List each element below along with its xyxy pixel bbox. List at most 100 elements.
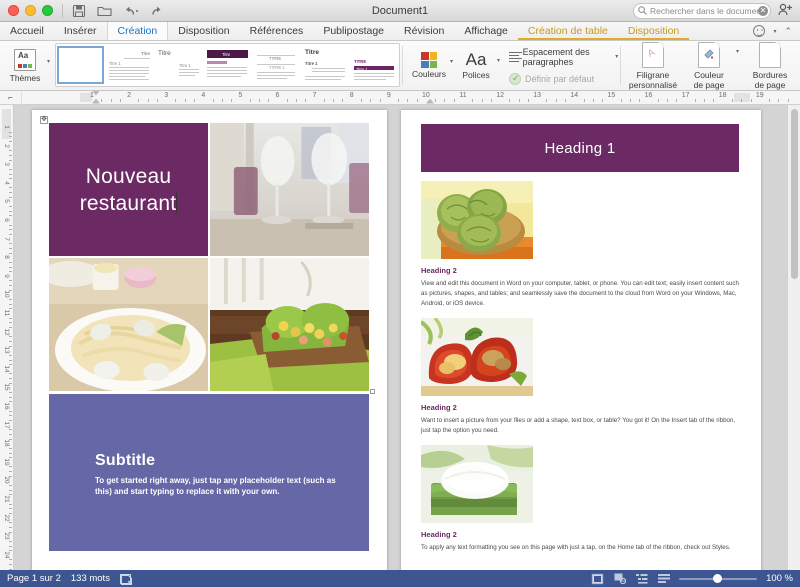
- gallery-thumb-5[interactable]: TITRE TITRE 1: [253, 46, 301, 84]
- heading-1-band[interactable]: Heading 1: [421, 124, 739, 172]
- vruler-tick-mark: [9, 210, 12, 212]
- tab-creation-de-table[interactable]: Création de table: [518, 22, 618, 40]
- zoom-knob[interactable]: [713, 574, 723, 583]
- subtitle-block[interactable]: Subtitle To get started right away, just…: [49, 389, 375, 551]
- tab-disposition[interactable]: Disposition: [168, 22, 239, 40]
- redo-icon[interactable]: [150, 5, 164, 17]
- page-color-button[interactable]: Couleur de page: [684, 41, 734, 90]
- ruler-tick-mark: [778, 98, 780, 102]
- page-color-caret-icon[interactable]: ▾: [736, 48, 739, 55]
- close-window-button[interactable]: [8, 5, 19, 16]
- left-indent-marker[interactable]: [92, 98, 100, 104]
- clear-search-icon[interactable]: ✕: [758, 5, 768, 16]
- colors-caret-icon[interactable]: ▾: [450, 58, 453, 65]
- tab-inserer[interactable]: Insérer: [54, 22, 107, 40]
- tab-publipostage[interactable]: Publipostage: [313, 22, 394, 40]
- share-icon[interactable]: [778, 3, 793, 19]
- gallery-thumb-3[interactable]: Titre Titre 1: [155, 46, 203, 84]
- vruler-tick-label: 21: [3, 495, 10, 503]
- colors-button[interactable]: Couleurs: [410, 52, 448, 79]
- tab-accueil[interactable]: Accueil: [0, 22, 54, 40]
- word-count-label[interactable]: 133 mots: [71, 573, 110, 584]
- vruler-tick-label: 13: [3, 346, 10, 354]
- vruler-tick-mark: [9, 159, 12, 161]
- zoom-value-label[interactable]: 100 %: [766, 573, 793, 584]
- undo-icon[interactable]: [123, 5, 139, 17]
- paragraph-spacing-caret-icon[interactable]: ▾: [615, 53, 618, 60]
- zoom-slider[interactable]: [679, 573, 758, 585]
- title-tile[interactable]: Nouveau restaurant: [49, 123, 208, 256]
- ribbon-divider-2: [620, 46, 621, 85]
- fonts-caret-icon[interactable]: ▾: [497, 57, 500, 64]
- tab-revision[interactable]: Révision: [394, 22, 454, 40]
- vruler-tick-label: 1: [3, 125, 10, 129]
- word-application-window: Document1 Rechercher dans le document ✕ …: [0, 0, 800, 587]
- themes-button[interactable]: Aa Thèmes: [5, 48, 45, 83]
- search-input[interactable]: Rechercher dans le document ✕: [633, 2, 771, 19]
- gallery-thumb-4[interactable]: Titre: [204, 46, 252, 84]
- proofing-check-icon[interactable]: [119, 573, 133, 585]
- save-icon[interactable]: [72, 4, 86, 18]
- move-handle-icon[interactable]: ✥: [40, 116, 48, 124]
- vruler-tick-mark: [9, 187, 12, 189]
- vruler-tick-mark: [9, 540, 12, 542]
- watermark-button[interactable]: A Filigrane personnalisé: [628, 41, 678, 90]
- fonts-button[interactable]: Aa Polices: [457, 51, 495, 81]
- window-controls[interactable]: [0, 5, 53, 16]
- web-layout-icon[interactable]: [613, 573, 626, 585]
- ruler-tick-mark: [407, 98, 409, 102]
- set-default-button[interactable]: Définir par défaut: [509, 72, 618, 85]
- minimize-window-button[interactable]: [25, 5, 36, 16]
- gallery-thumb-7[interactable]: TITRE Titre 1: [351, 46, 399, 84]
- tab-stop-icon[interactable]: ⌐: [0, 90, 22, 105]
- resize-handle-icon[interactable]: [370, 389, 375, 394]
- ruler-tick-mark: [629, 98, 631, 102]
- collapse-ribbon-icon[interactable]: ⌃: [784, 26, 792, 37]
- gallery-thumb-6[interactable]: Titre Titre 1: [302, 46, 350, 84]
- feedback-smiley-icon[interactable]: [753, 25, 766, 37]
- right-indent-marker[interactable]: [426, 98, 434, 104]
- tab-affichage[interactable]: Affichage: [454, 22, 518, 40]
- vruler-tick-label: 4: [3, 180, 10, 185]
- themes-caret-icon[interactable]: ▾: [47, 58, 50, 65]
- dessert-leaf-photo[interactable]: [421, 445, 533, 523]
- check-circle-icon: [509, 72, 522, 85]
- ruler-tick-label: 4: [201, 91, 206, 99]
- vruler-tick-mark: [9, 410, 12, 412]
- ruler-tick-mark: [713, 98, 715, 102]
- vertical-scrollbar[interactable]: [787, 105, 800, 570]
- horizontal-ruler[interactable]: ⌐ 1 2 3 4 5 6 7 8 9 10 11 12 13 14 15 16 17 18 19: [0, 90, 800, 105]
- stuffed-peppers-photo[interactable]: [421, 318, 533, 396]
- tab-disposition-table[interactable]: Disposition: [618, 22, 689, 40]
- print-layout-icon[interactable]: [591, 572, 605, 585]
- document-pages[interactable]: ✥ Nouveau restaurant Subtitle To get sta…: [14, 105, 787, 570]
- ruler-tick-mark: [212, 98, 214, 102]
- paragraph-spacing-button[interactable]: Espacement des paragraphes ▾: [509, 47, 618, 67]
- gallery-thumb-2[interactable]: Titre Titre 1: [106, 46, 154, 84]
- artichokes-photo[interactable]: [421, 181, 533, 259]
- ruler-tick-mark: [509, 98, 511, 102]
- page-borders-button[interactable]: Bordures de page: [745, 41, 795, 90]
- vertical-ruler[interactable]: 1 2 3 4 5 6 7 8 9 10 11 12 13 14 15 16 17 18 19 20 21 22 23 24: [0, 105, 14, 570]
- clam-pasta-photo[interactable]: [49, 258, 208, 391]
- draft-icon[interactable]: [657, 573, 670, 585]
- ruler-track[interactable]: 1 2 3 4 5 6 7 8 9 10 11 12 13 14 15 16 17 18 19: [22, 90, 800, 105]
- document-page-1[interactable]: ✥ Nouveau restaurant Subtitle To get sta…: [32, 110, 387, 570]
- tab-creation[interactable]: Création: [106, 22, 169, 40]
- themes-gallery[interactable]: Titre Titre 1 Titre Titre 1 Titre TITRE …: [55, 43, 401, 87]
- document-page-2[interactable]: Heading 1 Heading 2 View and edit this d…: [401, 110, 761, 570]
- shrimp-lettuce-wraps-photo[interactable]: [210, 258, 369, 391]
- ribbon: Aa Thèmes ▾ Titre Titre 1 Titre Titre 1 …: [0, 41, 800, 91]
- page-count-label[interactable]: Page 1 sur 2: [7, 573, 61, 584]
- scrollbar-thumb[interactable]: [791, 109, 798, 279]
- vruler-tick-label: 12: [3, 327, 10, 336]
- gallery-thumb-blank[interactable]: [57, 46, 105, 84]
- zoom-window-button[interactable]: [42, 5, 53, 16]
- open-folder-icon[interactable]: [97, 4, 112, 17]
- wine-glasses-photo[interactable]: [210, 123, 369, 256]
- tab-references[interactable]: Références: [240, 22, 314, 40]
- page-borders-icon: [758, 41, 781, 68]
- feedback-caret-icon[interactable]: ▾: [773, 28, 776, 35]
- outline-icon[interactable]: [635, 573, 648, 585]
- vruler-tick-label: 15: [3, 383, 10, 392]
